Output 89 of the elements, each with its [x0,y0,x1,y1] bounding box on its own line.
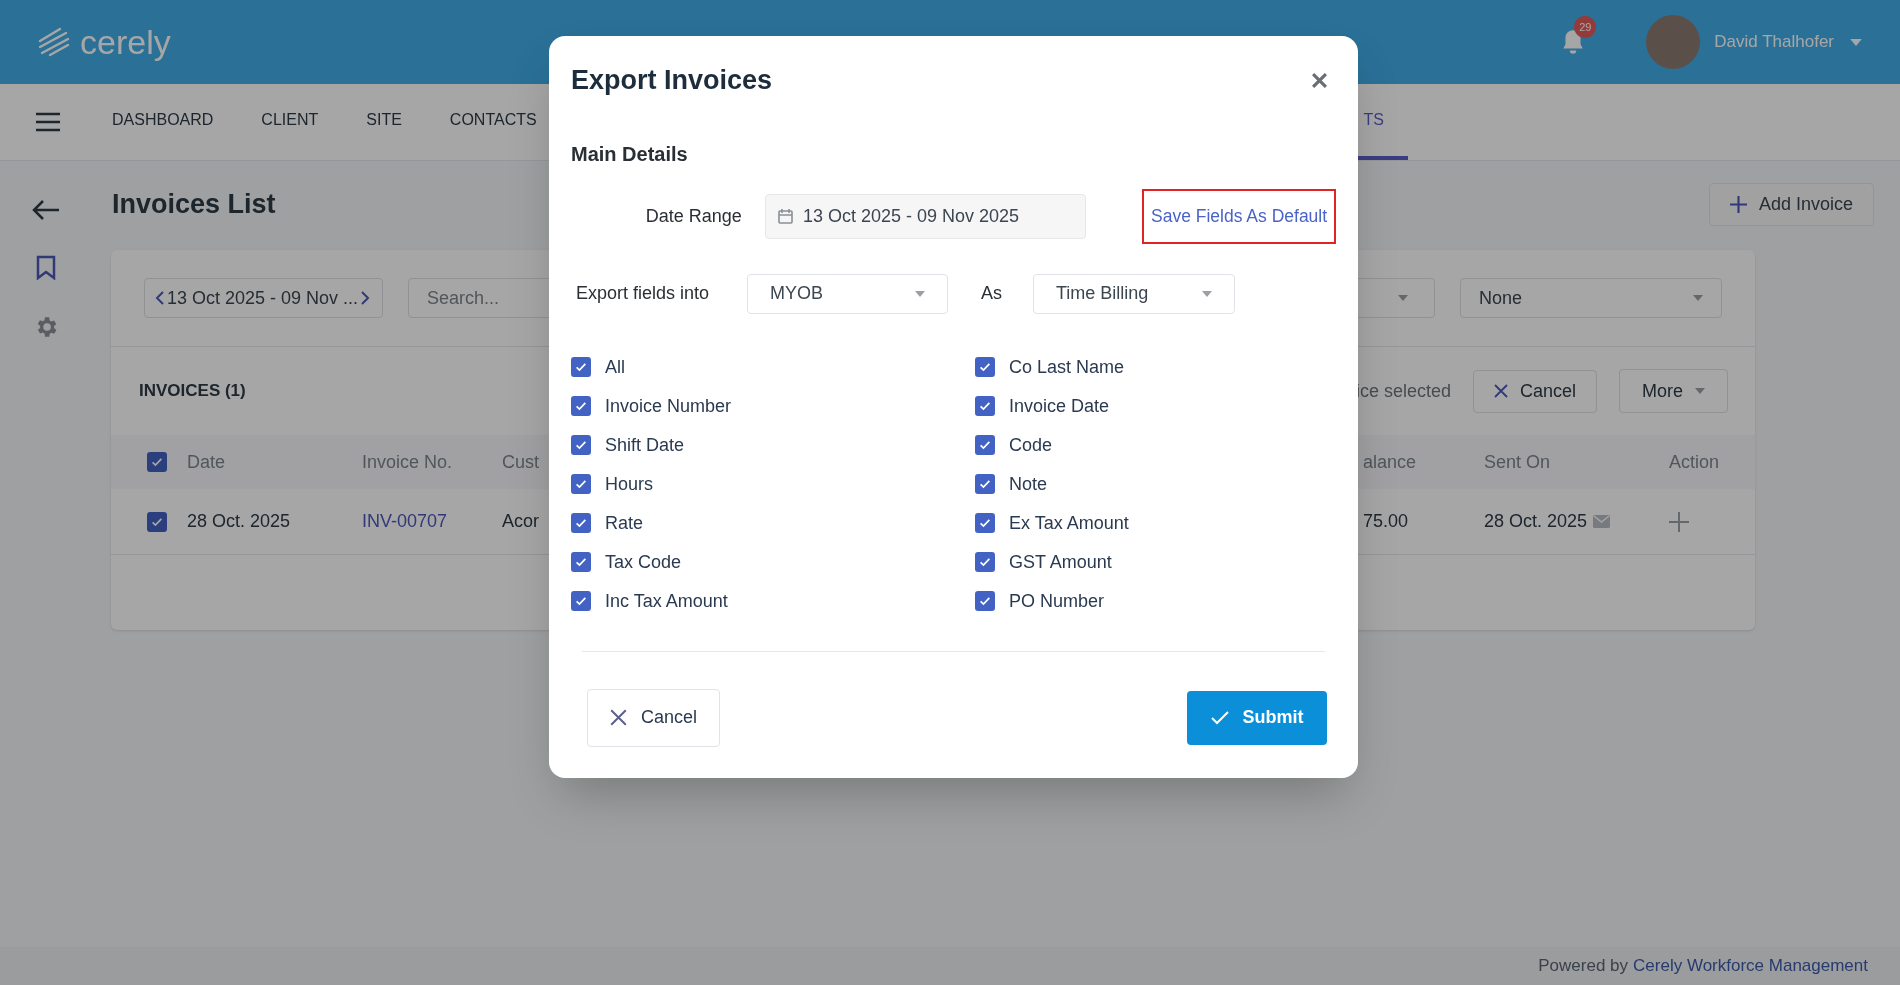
submit-button[interactable]: Submit [1187,690,1327,745]
chevron-left-icon[interactable] [155,290,165,306]
page-title: Invoices List [112,188,276,222]
checkbox-label: Rate [605,511,644,535]
column-header: Cust [502,450,539,474]
checkbox-label: Invoice Number [605,394,732,418]
checkbox[interactable] [147,452,167,472]
checkbox-label: Ex Tax Amount [1009,511,1129,535]
logo-text: cerely [80,25,171,59]
column-header: Action [1668,450,1719,474]
back-arrow-icon[interactable] [31,199,61,221]
table-cell-text: 28 Oct. 2025 [187,510,292,533]
checkbox[interactable] [975,591,995,611]
close-icon[interactable] [1312,72,1327,88]
column-header: Date [187,450,227,474]
nav-tab[interactable]: CONTACTS [425,84,561,160]
checkbox[interactable] [571,591,591,611]
checkbox[interactable] [571,474,591,494]
date-range-value: 13 Oct 2025 - 09 Nov 2025 [802,204,1019,228]
checkbox[interactable] [975,435,995,455]
checkbox-label: Co Last Name [1009,355,1125,379]
cancel-button[interactable]: Cancel [587,688,721,747]
column-header: Invoice No. [362,450,454,474]
plus-icon [1729,196,1747,213]
checkbox-label: Note [1009,472,1048,496]
notification-badge: 29 [1574,16,1597,38]
add-invoice-button[interactable]: Add Invoice [1708,183,1874,226]
checkbox[interactable] [571,396,591,416]
caret-icon [915,290,925,297]
checkbox[interactable] [975,552,995,572]
select-value: MYOB [770,282,823,305]
checkbox-label: Invoice Date [1009,394,1110,418]
date-range-field[interactable]: 13 Oct 2025 - 09 Nov 2025 [764,193,1087,239]
more-button[interactable]: More [1619,369,1728,413]
nav-tab[interactable]: DASHBOARD [88,84,238,160]
column-header: Sent On [1483,450,1551,474]
mail-icon [1593,515,1611,528]
caret-icon [1695,388,1705,394]
field-label: As [981,282,1003,305]
close-icon [610,709,627,726]
dropdown-value: None [1479,286,1523,310]
caret-icon [1398,295,1408,301]
checkbox[interactable] [975,513,995,533]
chevron-right-icon[interactable] [360,290,371,306]
invoice-link[interactable]: INV-00707 [362,508,482,535]
checkbox-label: PO Number [1009,589,1105,613]
caret-icon [1693,295,1703,301]
calendar-icon [777,208,793,224]
invoices-heading: INVOICES (1) [139,380,246,403]
menu-icon[interactable] [36,112,60,132]
status-dropdown[interactable]: None [1460,278,1722,318]
section-heading: Main Details [571,141,689,167]
checkbox[interactable] [571,552,591,572]
checkbox-label: All [605,355,625,379]
save-default-link[interactable]: Save Fields As Default [1142,188,1336,244]
dialog-title: Export Invoices [571,64,773,97]
nav-tab[interactable]: CLIENT [237,84,343,160]
export-target-select[interactable]: MYOB [747,273,948,314]
close-icon [1493,384,1508,398]
nav-tab[interactable]: SITE [342,84,426,160]
logo-icon [38,27,72,57]
checkbox-label: Inc Tax Amount [605,589,728,613]
column-header: alance [1362,450,1417,474]
checkbox[interactable] [975,357,995,377]
date-range-text: 13 Oct 2025 - 09 Nov ... [167,286,359,310]
select-value: Time Billing [1056,282,1149,305]
checkbox-label: Code [1009,433,1053,457]
table-cell-text: 28 Oct. 2025 [1484,510,1588,533]
checkbox[interactable] [975,396,995,416]
footer-text: Powered by [1538,955,1629,978]
checkbox[interactable] [571,435,591,455]
date-range-nav[interactable]: 13 Oct 2025 - 09 Nov ... [144,278,383,318]
checkbox[interactable] [571,357,591,377]
checkbox[interactable] [571,513,591,533]
field-label: Date Range [644,204,742,228]
checkbox-label: Shift Date [605,433,685,457]
bookmark-icon[interactable] [36,255,56,280]
table-cell-text: 75.00 [1363,510,1410,533]
checkbox[interactable] [975,474,995,494]
caret-icon [1202,290,1212,297]
cancel-selection-button[interactable]: Cancel [1472,369,1597,413]
footer-link[interactable]: Cerely Workforce Management [1633,953,1868,979]
table-cell-text: Acor [502,510,539,533]
checkbox-label: Hours [605,472,653,496]
check-icon [1210,710,1229,725]
export-format-select[interactable]: Time Billing [1033,273,1235,314]
checkbox-label: GST Amount [1009,550,1112,574]
checkbox[interactable] [147,511,167,532]
checkbox-label: Tax Code [605,550,682,574]
